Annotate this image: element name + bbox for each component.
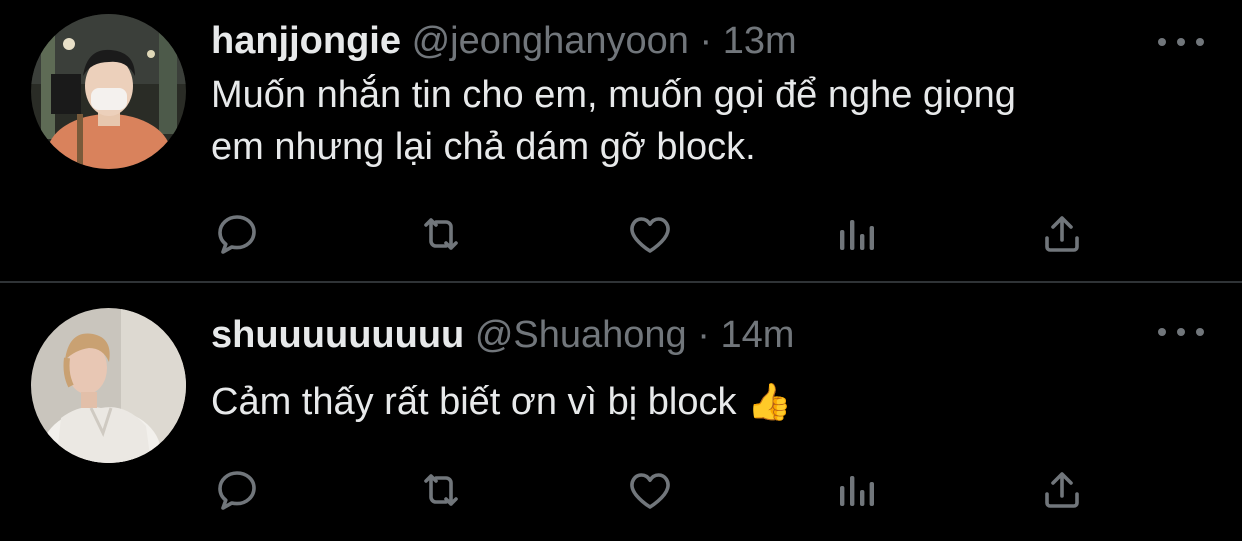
- retweet-button[interactable]: [411, 204, 471, 264]
- views-chart-icon: [840, 220, 874, 250]
- retweet-icon: [424, 218, 458, 250]
- reply-icon: [218, 215, 256, 254]
- like-button[interactable]: [620, 460, 680, 520]
- avatar-photo: [31, 308, 186, 463]
- views-chart-icon: [840, 476, 874, 506]
- share-icon: [1045, 472, 1079, 508]
- handle[interactable]: @jeonghanyoon: [412, 20, 689, 62]
- display-name[interactable]: shuuuuuuuuu: [211, 314, 464, 356]
- more-dots-icon[interactable]: [1158, 320, 1204, 344]
- heart-icon: [630, 217, 670, 253]
- tweet-divider: [0, 281, 1242, 283]
- tweet[interactable]: shuuuuuuuuu @Shuahong · 14m Cảm thấy rất…: [0, 284, 1242, 541]
- display-name[interactable]: hanjjongie: [211, 20, 401, 62]
- share-button[interactable]: [1032, 204, 1092, 264]
- thumbs-up-emoji: 👍: [747, 381, 792, 422]
- tweet-header: shuuuuuuuuu @Shuahong · 14m: [211, 312, 1122, 358]
- tweet-text-line: em nhưng lại chả dám gỡ block.: [211, 126, 756, 168]
- avatar[interactable]: [31, 308, 186, 463]
- tweet-text-line: Cảm thấy rất biết ơn vì bị block: [211, 381, 737, 423]
- tweet-text: Cảm thấy rất biết ơn vì bị block 👍: [211, 376, 1191, 428]
- views-button[interactable]: [827, 204, 887, 264]
- handle[interactable]: @Shuahong: [475, 314, 687, 356]
- heart-icon: [630, 473, 670, 509]
- tweet[interactable]: hanjjongie @jeonghanyoon · 13m Muốn nhắn…: [0, 0, 1242, 282]
- avatar-photo: [31, 14, 186, 169]
- reply-button[interactable]: [207, 460, 267, 520]
- retweet-icon: [424, 474, 458, 506]
- separator: ·: [699, 20, 713, 62]
- tweet-header: hanjjongie @jeonghanyoon · 13m: [211, 18, 1122, 64]
- avatar[interactable]: [31, 14, 186, 169]
- tweet-text-line: Muốn nhắn tin cho em, muốn gọi để nghe g…: [211, 74, 1016, 116]
- like-button[interactable]: [620, 204, 680, 264]
- share-icon: [1045, 216, 1079, 252]
- action-bar: [0, 460, 1242, 520]
- separator: ·: [697, 314, 710, 356]
- tweet-text: Muốn nhắn tin cho em, muốn gọi để nghe g…: [211, 69, 1191, 173]
- timestamp[interactable]: 14m: [720, 314, 794, 356]
- more-dots-icon[interactable]: [1158, 30, 1204, 54]
- share-button[interactable]: [1032, 460, 1092, 520]
- retweet-button[interactable]: [411, 460, 471, 520]
- timestamp[interactable]: 13m: [723, 20, 797, 62]
- views-button[interactable]: [827, 460, 887, 520]
- reply-icon: [218, 471, 256, 510]
- action-bar: [0, 204, 1242, 264]
- reply-button[interactable]: [207, 204, 267, 264]
